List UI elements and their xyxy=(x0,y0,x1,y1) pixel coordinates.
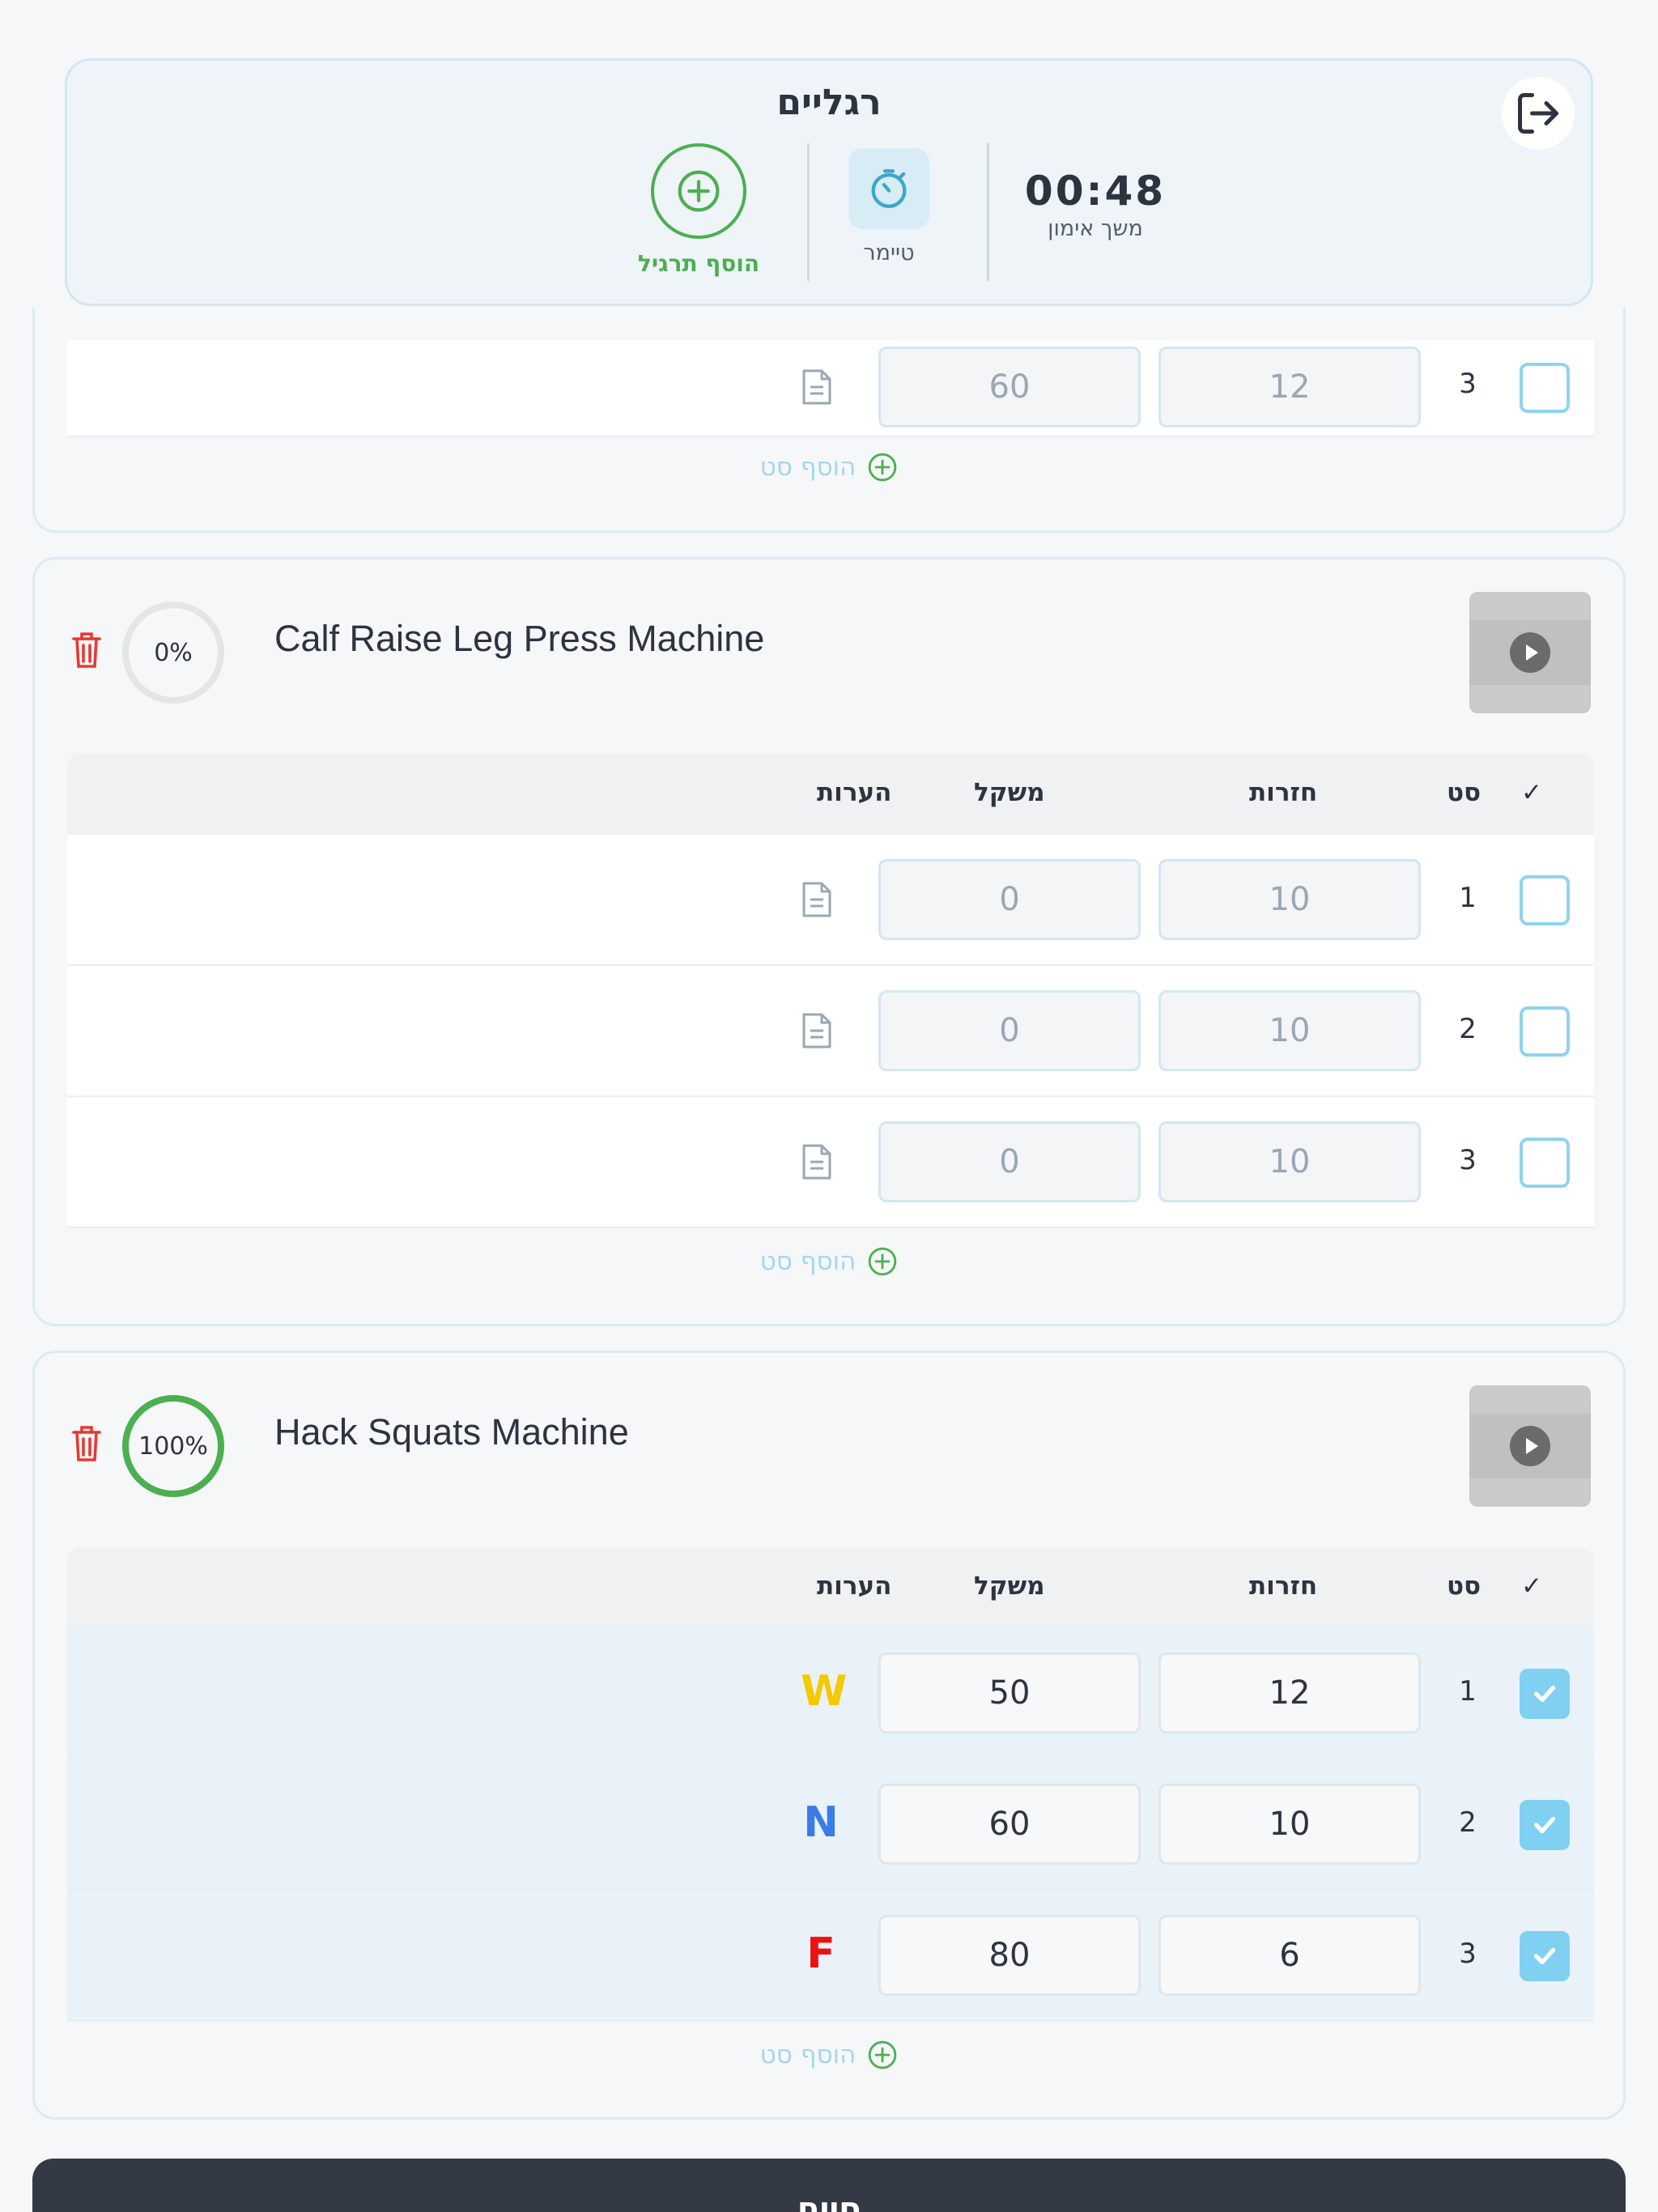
timer-button[interactable]: טיימר xyxy=(828,148,950,266)
workout-header: רגליים הוסף תרגיל טיימר 00:48 משך אימון xyxy=(65,58,1593,306)
col-weight: משקל xyxy=(974,778,1045,807)
col-notes: הערות xyxy=(817,778,892,807)
logout-icon xyxy=(1518,93,1558,134)
col-reps: חזרות xyxy=(1249,1572,1318,1601)
set-checkbox[interactable] xyxy=(1520,1138,1570,1188)
add-set-label: הוסף סט xyxy=(759,2040,857,2069)
set-number: 3 xyxy=(1459,1144,1477,1176)
trash-icon[interactable] xyxy=(70,631,103,670)
col-set: סט xyxy=(1447,1572,1482,1601)
finish-workout-button[interactable]: סיים xyxy=(32,2159,1626,2212)
set-number: 2 xyxy=(1459,1806,1477,1839)
col-check: ✓ xyxy=(1521,1572,1542,1601)
add-set-button[interactable]: הוסף סט xyxy=(35,1246,1623,1277)
exercise-card: 100% Hack Squats Machine ✓ סט חזרות משקל… xyxy=(32,1351,1626,2120)
note-icon[interactable] xyxy=(801,880,833,919)
weight-input[interactable]: 50 xyxy=(878,1653,1141,1733)
weight-input[interactable]: 0 xyxy=(878,990,1141,1071)
note-icon[interactable] xyxy=(801,1011,833,1050)
timer-label: טיימר xyxy=(863,240,915,266)
reps-input[interactable]: 10 xyxy=(1158,990,1421,1071)
exercise-card: 0% Calf Raise Leg Press Machine ✓ סט חזר… xyxy=(32,557,1626,1326)
weight-input[interactable]: 60 xyxy=(878,347,1141,428)
check-icon xyxy=(1533,1685,1556,1703)
col-check: ✓ xyxy=(1521,778,1542,807)
col-reps: חזרות xyxy=(1249,778,1318,807)
add-exercise-label: הוסף תרגיל xyxy=(637,250,760,277)
reps-input[interactable]: 10 xyxy=(1158,859,1421,940)
col-weight: משקל xyxy=(974,1572,1045,1601)
weight-input[interactable]: 0 xyxy=(878,859,1141,940)
set-checkbox[interactable] xyxy=(1520,1669,1570,1719)
trash-icon[interactable] xyxy=(70,1424,103,1463)
workout-title: רגליים xyxy=(776,82,882,123)
add-set-label: הוסף סט xyxy=(759,453,857,482)
note-tag[interactable]: N xyxy=(801,1798,841,1847)
col-notes: הערות xyxy=(817,1572,892,1601)
exercise-name: Calf Raise Leg Press Machine xyxy=(274,618,765,659)
set-checkbox[interactable] xyxy=(1520,1006,1570,1057)
add-set-label: הוסף סט xyxy=(759,1247,857,1276)
weight-input[interactable]: 0 xyxy=(878,1121,1141,1202)
plus-circle-icon xyxy=(678,170,720,212)
table-row: 1 12 50 W xyxy=(67,1628,1594,1759)
progress-ring: 100% xyxy=(122,1395,224,1497)
set-checkbox[interactable] xyxy=(1520,363,1570,413)
reps-input[interactable]: 12 xyxy=(1158,1653,1421,1733)
note-tag[interactable]: W xyxy=(801,1667,847,1716)
add-set-button[interactable]: הוסף סט xyxy=(35,452,1623,483)
set-number: 3 xyxy=(1459,1938,1477,1970)
table-header: ✓ סט חזרות משקל הערות xyxy=(67,1547,1594,1628)
set-number: 1 xyxy=(1459,1675,1477,1708)
table-row: 3 10 0 xyxy=(67,1097,1594,1228)
table-row: 1 10 0 xyxy=(67,835,1594,966)
exercise-video-thumbnail[interactable] xyxy=(1469,1385,1591,1507)
play-icon xyxy=(1510,632,1550,673)
add-exercise-button[interactable]: הוסף תרגיל xyxy=(585,143,812,277)
exercise-card-partial: 3 12 60 הוסף סט xyxy=(32,308,1626,533)
workout-duration: 00:48 משך אימון xyxy=(966,168,1225,241)
play-icon xyxy=(1510,1426,1550,1466)
exercise-video-thumbnail[interactable] xyxy=(1469,592,1591,713)
stopwatch-icon xyxy=(871,169,907,208)
weight-input[interactable]: 80 xyxy=(878,1915,1141,1996)
plus-circle-icon xyxy=(869,453,897,482)
weight-input[interactable]: 60 xyxy=(878,1784,1141,1865)
exercise-name: Hack Squats Machine xyxy=(274,1411,629,1453)
set-checkbox[interactable] xyxy=(1520,1800,1570,1850)
table-row: 3 12 60 xyxy=(67,340,1594,437)
table-row: 3 6 80 F xyxy=(67,1891,1594,2022)
exit-button[interactable] xyxy=(1502,77,1575,150)
set-checkbox[interactable] xyxy=(1520,1931,1570,1981)
plus-circle-icon xyxy=(869,2040,897,2069)
set-number: 2 xyxy=(1459,1013,1477,1045)
set-checkbox[interactable] xyxy=(1520,875,1570,925)
set-number: 1 xyxy=(1459,882,1477,914)
note-icon[interactable] xyxy=(801,368,833,406)
check-icon xyxy=(1533,1816,1556,1834)
add-set-button[interactable]: הוסף סט xyxy=(35,2040,1623,2070)
reps-input[interactable]: 10 xyxy=(1158,1784,1421,1865)
col-set: סט xyxy=(1447,778,1482,807)
divider xyxy=(807,143,810,281)
check-icon xyxy=(1533,1947,1556,1965)
reps-input[interactable]: 10 xyxy=(1158,1121,1421,1202)
table-row: 2 10 60 N xyxy=(67,1759,1594,1891)
duration-label: משך אימון xyxy=(1048,216,1143,241)
plus-circle-icon xyxy=(869,1247,897,1276)
progress-ring: 0% xyxy=(122,602,224,704)
reps-input[interactable]: 6 xyxy=(1158,1915,1421,1996)
duration-value: 00:48 xyxy=(1024,168,1167,215)
table-header: ✓ סט חזרות משקל הערות xyxy=(67,754,1594,835)
table-row: 2 10 0 xyxy=(67,966,1594,1097)
note-icon[interactable] xyxy=(801,1142,833,1181)
set-number: 3 xyxy=(1459,368,1477,400)
reps-input[interactable]: 12 xyxy=(1158,347,1421,428)
note-tag[interactable]: F xyxy=(801,1929,841,1978)
